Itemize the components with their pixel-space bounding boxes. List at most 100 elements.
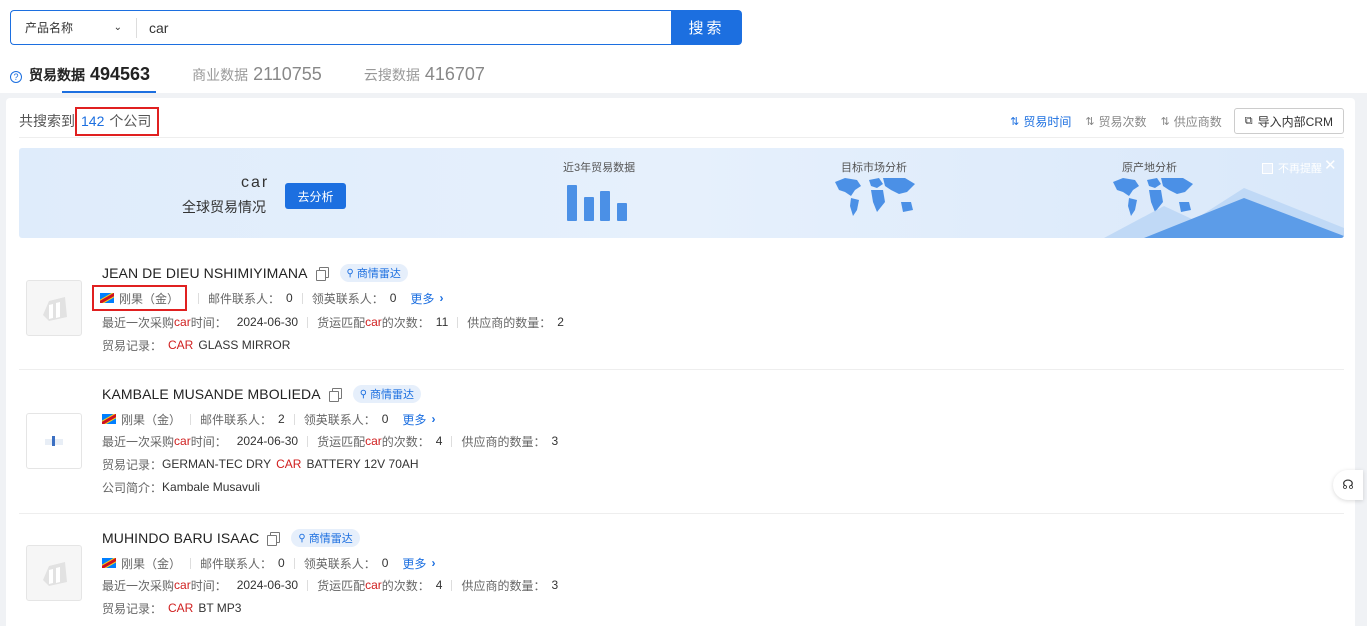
banner-target-market-title: 目标市场分析 [841, 162, 907, 174]
banner-trade-data-title: 近3年贸易数据 [563, 162, 636, 174]
linkedin-contacts-label: 领英联系人： [311, 291, 384, 306]
search-input[interactable] [137, 11, 671, 44]
more-label: 更多 [402, 412, 427, 427]
export-icon: ⧉ [1244, 114, 1253, 127]
tab-count: 2110755 [253, 64, 322, 84]
email-contacts-value: 2 [278, 412, 285, 426]
match-count: 4 [435, 578, 443, 592]
market-radar-badge[interactable]: ⚲ 商情雷达 [352, 385, 422, 403]
analysis-banner: car 全球贸易情况 去分析 近3年贸易数据 目标市场分析 原产地分析 不再提醒… [19, 148, 1344, 238]
tab-label: 贸易数据 [29, 67, 85, 83]
company-name-row: KAMBALE MUSANDE MBOLIEDA ⚲ 商情雷达 [102, 384, 422, 404]
world-map-icon[interactable] [831, 174, 919, 220]
company-name[interactable]: JEAN DE DIEU NSHIMIYIMANA [102, 265, 308, 281]
match-label-b: 的次数： [381, 434, 430, 449]
last-purchase-label-a: 最近一次采购 [102, 315, 175, 330]
company-contacts-line: 刚果（金） 邮件联系人： 0 领英联系人： 0 更多 › [92, 285, 443, 311]
last-purchase-date: 2024-06-30 [236, 578, 299, 592]
keyword-highlight: car [174, 578, 191, 592]
separator [190, 413, 192, 425]
company-contacts-line: 刚果（金） 邮件联系人： 2 领英联系人： 0 更多 › [102, 410, 435, 428]
last-purchase-label-b: 时间： [190, 578, 227, 593]
linkedin-contacts-value: 0 [389, 291, 397, 305]
sort-icon: ⇅ [1160, 115, 1170, 128]
sort-trade-time[interactable]: ⇅ 贸易时间 [1010, 113, 1071, 130]
email-contacts-label: 邮件联系人： [200, 412, 273, 427]
drc-flag-icon [100, 293, 114, 303]
keyword-highlight: car [365, 434, 382, 448]
trade-data-bar-icon[interactable] [567, 181, 637, 221]
sort-supplier-count[interactable]: ⇅ 供应商数 [1161, 113, 1222, 130]
analyze-button[interactable]: 去分析 [285, 183, 346, 209]
result-count: 142 [81, 113, 105, 129]
result-summary-bar: 共搜索到 142 个公司 ⇅ 贸易时间 ⇅ 贸易次数 ⇅ 供应商数 ⧉ 导入内部… [19, 106, 1344, 136]
radar-label: 商情雷达 [308, 533, 353, 545]
sort-icon: ⇅ [1010, 115, 1020, 128]
radar-icon: ⚲ [359, 388, 368, 400]
company-intro: Kambale Musavuli [162, 480, 261, 494]
chevron-right-icon: › [439, 291, 444, 305]
bar [600, 191, 610, 221]
company-name[interactable]: KAMBALE MUSANDE MBOLIEDA [102, 386, 321, 402]
bar [567, 185, 577, 221]
close-icon[interactable]: ✕ [1324, 156, 1337, 174]
more-label: 更多 [410, 291, 435, 306]
last-purchase-label-b: 时间： [190, 315, 227, 330]
radar-label: 商情雷达 [356, 268, 401, 280]
separator [451, 435, 453, 447]
tab-label: 云搜数据 [363, 67, 420, 83]
company-logo [26, 545, 82, 601]
copy-icon[interactable] [267, 532, 281, 546]
linkedin-contacts-value: 0 [381, 556, 389, 570]
search-field-select[interactable]: 产品名称 ⌄ [11, 11, 136, 44]
more-label: 更多 [402, 556, 427, 571]
match-label-a: 货运匹配 [317, 315, 366, 330]
tab-trade-data[interactable]: ? 贸易数据 494563 [10, 64, 157, 93]
radar-icon: ⚲ [346, 267, 354, 279]
help-icon[interactable]: ? [10, 71, 22, 83]
match-label-b: 的次数： [381, 315, 430, 330]
intro-label: 公司简介： [102, 480, 163, 495]
keyword-highlight: car [174, 315, 191, 329]
company-trade-line: 最近一次采购 car 时间： 2024-06-30 货运匹配 car 的次数： … [102, 576, 558, 594]
more-link[interactable]: 更多 › [410, 290, 443, 307]
last-purchase-label-a: 最近一次采购 [102, 434, 175, 449]
linkedin-contacts-label: 领英联系人： [303, 556, 376, 571]
copy-icon[interactable] [315, 267, 329, 281]
search-box: 产品名称 ⌄ [10, 10, 671, 45]
radar-icon: ⚲ [298, 532, 306, 544]
sort-options: ⇅ 贸易时间 ⇅ 贸易次数 ⇅ 供应商数 ⧉ 导入内部CRM [996, 108, 1344, 134]
country: 刚果（金） [121, 412, 182, 427]
chevron-down-icon: ⌄ [113, 22, 122, 33]
supplier-count: 2 [557, 315, 564, 329]
company-trade-line: 最近一次采购 car 时间： 2024-06-30 货运匹配 car 的次数： … [102, 313, 564, 331]
sort-trade-count[interactable]: ⇅ 贸易次数 [1085, 113, 1146, 130]
drc-flag-icon [102, 558, 116, 568]
separator [451, 579, 453, 591]
result-suffix: 个公司 [109, 113, 152, 129]
radar-label: 商情雷达 [370, 389, 415, 401]
trade-record-label: 贸易记录： [102, 457, 163, 472]
company-name-row: MUHINDO BARU ISAAC ⚲ 商情雷达 [102, 528, 360, 548]
trade-record-label: 贸易记录： [102, 601, 163, 616]
separator [307, 579, 309, 591]
dont-remind-checkbox[interactable]: 不再提醒 [1262, 160, 1322, 176]
company-name[interactable]: MUHINDO BARU ISAAC [102, 530, 259, 546]
more-link[interactable]: 更多 › [402, 555, 435, 572]
import-crm-button[interactable]: ⧉ 导入内部CRM [1233, 108, 1344, 134]
supplier-count-label: 供应商的数量： [467, 315, 552, 330]
search-button[interactable]: 搜索 [671, 10, 742, 45]
tab-business-data[interactable]: 商业数据 2110755 [192, 64, 322, 90]
sort-label: 供应商数 [1173, 114, 1222, 129]
dont-remind-label: 不再提醒 [1278, 163, 1322, 175]
market-radar-badge[interactable]: ⚲ 商情雷达 [291, 529, 360, 547]
company-name-row: JEAN DE DIEU NSHIMIYIMANA ⚲ 商情雷达 [102, 263, 408, 283]
more-link[interactable]: 更多 › [402, 411, 435, 428]
market-radar-badge[interactable]: ⚲ 商情雷达 [339, 264, 408, 282]
tab-cloud-search-data[interactable]: 云搜数据 416707 [364, 64, 485, 90]
chevron-right-icon: › [431, 556, 436, 570]
customer-service-icon[interactable]: ☊ [1333, 470, 1363, 500]
drc-flag-icon [102, 414, 116, 424]
copy-icon[interactable] [328, 388, 342, 402]
banner-subtitle: 全球贸易情况 [182, 199, 266, 215]
